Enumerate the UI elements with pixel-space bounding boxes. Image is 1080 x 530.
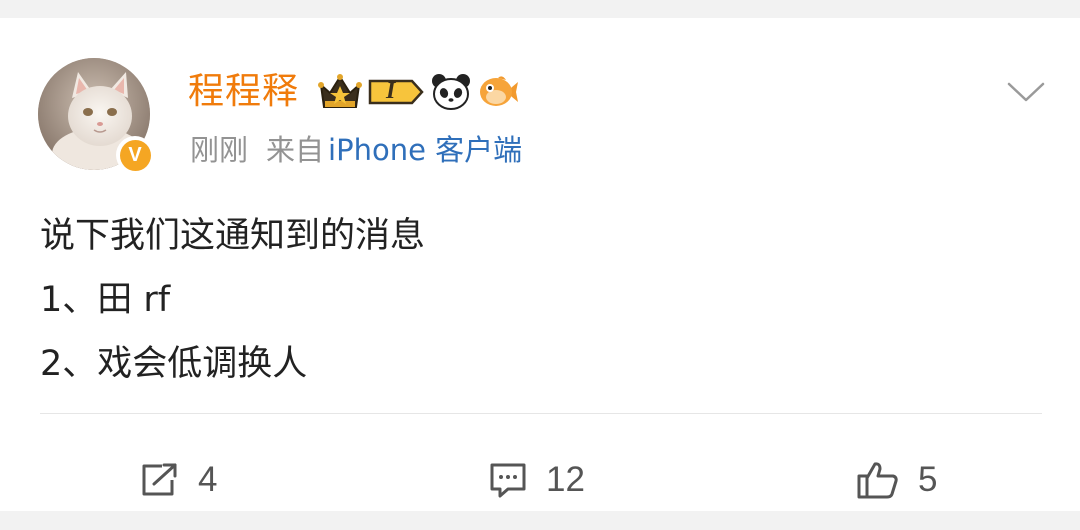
- repost-count: 4: [198, 460, 218, 499]
- like-button[interactable]: 5: [856, 438, 937, 522]
- comment-count: 12: [546, 460, 585, 499]
- verified-v-icon: V: [119, 139, 151, 171]
- thumbs-up-icon: [857, 462, 898, 499]
- panda-icon[interactable]: [430, 72, 472, 112]
- post-content-line: 1、田 rf: [40, 280, 171, 320]
- level-badge-label: I: [386, 78, 396, 104]
- crown-icon[interactable]: [318, 73, 362, 111]
- post-time: 刚刚: [190, 133, 249, 167]
- bottom-strip: [0, 511, 1080, 530]
- like-count: 5: [918, 460, 938, 499]
- post-content-line: 2、戏会低调换人: [40, 344, 308, 384]
- verified-badge: V: [116, 136, 154, 174]
- repost-button[interactable]: 4: [140, 438, 217, 522]
- comment-button[interactable]: 12: [488, 438, 585, 522]
- comment-icon: [490, 463, 526, 498]
- fish-icon[interactable]: [478, 72, 520, 112]
- post-content-line: 说下我们这通知到的消息: [40, 216, 426, 256]
- repost-icon: [142, 463, 177, 496]
- chevron-down-icon[interactable]: [1006, 80, 1046, 104]
- post-meta: 刚刚 来自 iPhone 客户端: [190, 130, 522, 170]
- weibo-post-card: V 程程释 I 刚刚 来自 iPhone 客户端 说下我们这通知到的消息 1、田…: [0, 18, 1080, 511]
- source-prefix: 来自: [266, 133, 325, 167]
- author-badges: I: [318, 70, 520, 114]
- divider: [40, 413, 1042, 414]
- author-name[interactable]: 程程释: [188, 70, 299, 114]
- post-content: 说下我们这通知到的消息 1、田 rf 2、戏会低调换人: [40, 204, 425, 396]
- level-badge-icon[interactable]: I: [368, 77, 424, 107]
- post-source-link[interactable]: iPhone 客户端: [328, 133, 522, 167]
